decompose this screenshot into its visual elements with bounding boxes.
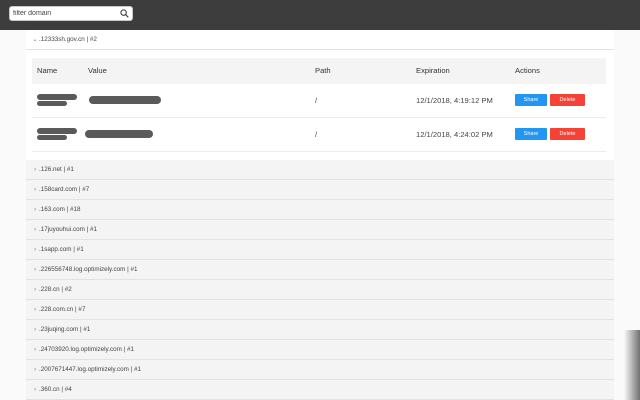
domain-label: .360.cn | #4 <box>39 386 72 393</box>
redacted-name-mark <box>37 128 77 134</box>
domain-row[interactable]: › .228.cn | #2 <box>26 280 614 300</box>
chevron-right-icon: › <box>34 247 36 253</box>
domain-row[interactable]: › .17juyouhui.com | #1 <box>26 220 614 240</box>
chevron-right-icon: › <box>34 327 36 333</box>
domain-row[interactable]: › .1sapp.com | #1 <box>26 240 614 260</box>
redacted-value-mark <box>89 96 161 104</box>
chevron-right-icon: › <box>34 187 36 193</box>
column-header-path: Path <box>315 66 331 75</box>
share-button[interactable]: Share <box>515 94 547 106</box>
domain-row[interactable]: › .228.com.cn | #7 <box>26 300 614 320</box>
column-header-name: Name <box>37 66 58 75</box>
domain-label: .17juyouhui.com | #1 <box>39 226 97 233</box>
domain-row-expanded[interactable]: ⌄ .12333sh.gov.cn | #2 <box>26 30 614 50</box>
chevron-right-icon: › <box>34 267 36 273</box>
domain-label: .126.net | #1 <box>39 166 74 173</box>
domain-row[interactable]: › .163.com | #18 <box>26 200 614 220</box>
cookie-expiration: 12/1/2018, 4:19:12 PM <box>416 96 493 105</box>
column-header-value: Value <box>88 66 107 75</box>
chevron-right-icon: › <box>34 307 36 313</box>
chevron-right-icon: › <box>34 347 36 353</box>
cookie-path: / <box>315 96 318 105</box>
delete-button[interactable]: Delete <box>550 128 585 140</box>
window-edge-shadow <box>624 330 640 400</box>
share-button[interactable]: Share <box>515 128 547 140</box>
delete-button[interactable]: Delete <box>550 94 585 106</box>
domain-label: .158card.com | #7 <box>39 186 90 193</box>
chevron-right-icon: › <box>34 207 36 213</box>
domain-label: .1sapp.com | #1 <box>39 246 84 253</box>
cookie-path: / <box>315 130 318 139</box>
cookie-expiration: 12/1/2018, 4:24:02 PM <box>416 130 493 139</box>
domain-label: .2007671447.log.optimizely.com | #1 <box>39 366 141 373</box>
domain-row[interactable]: › .226556748.log.optimizely.com | #1 <box>26 260 614 280</box>
domain-label: .23juqing.com | #1 <box>39 326 91 333</box>
domain-row[interactable]: › .126.net | #1 <box>26 160 614 180</box>
column-header-expiration: Expiration <box>416 66 450 75</box>
domain-label: .228.cn | #2 <box>39 286 72 293</box>
search-input[interactable] <box>13 7 117 20</box>
cookie-list: ⌄ .12333sh.gov.cn | #2 Name Value Path E… <box>26 30 614 400</box>
table-row: / 12/1/2018, 4:24:02 PM Share Delete <box>32 118 606 152</box>
table-row: / 12/1/2018, 4:19:12 PM Share Delete <box>32 84 606 118</box>
redacted-value-mark <box>85 130 153 138</box>
search-icon[interactable] <box>120 9 129 18</box>
domain-label: .226556748.log.optimizely.com | #1 <box>39 266 138 273</box>
domain-row[interactable]: › .24703920.log.optimizely.com | #1 <box>26 340 614 360</box>
table-header: Name Value Path Expiration Actions <box>32 58 606 84</box>
domain-row[interactable]: › .158card.com | #7 <box>26 180 614 200</box>
chevron-right-icon: › <box>34 227 36 233</box>
redacted-name-mark <box>37 101 67 106</box>
domain-row[interactable]: › .23juqing.com | #1 <box>26 320 614 340</box>
domain-label: .163.com | #18 <box>39 206 81 213</box>
top-bar <box>0 0 640 30</box>
domain-label: .12333sh.gov.cn | #2 <box>39 36 97 43</box>
search-box[interactable] <box>9 6 133 21</box>
chevron-down-icon: ⌄ <box>32 37 38 43</box>
redacted-name-mark <box>37 94 77 100</box>
cookie-table: Name Value Path Expiration Actions / 12/… <box>32 58 606 155</box>
column-header-actions: Actions <box>515 66 540 75</box>
domain-label: .228.com.cn | #7 <box>39 306 86 313</box>
chevron-right-icon: › <box>34 287 36 293</box>
chevron-right-icon: › <box>34 167 36 173</box>
chevron-right-icon: › <box>34 387 36 393</box>
domain-row[interactable]: › .360.cn | #4 <box>26 380 614 400</box>
domain-label: .24703920.log.optimizely.com | #1 <box>39 346 134 353</box>
domain-row[interactable]: › .2007671447.log.optimizely.com | #1 <box>26 360 614 380</box>
chevron-right-icon: › <box>34 367 36 373</box>
redacted-name-mark <box>37 135 67 140</box>
